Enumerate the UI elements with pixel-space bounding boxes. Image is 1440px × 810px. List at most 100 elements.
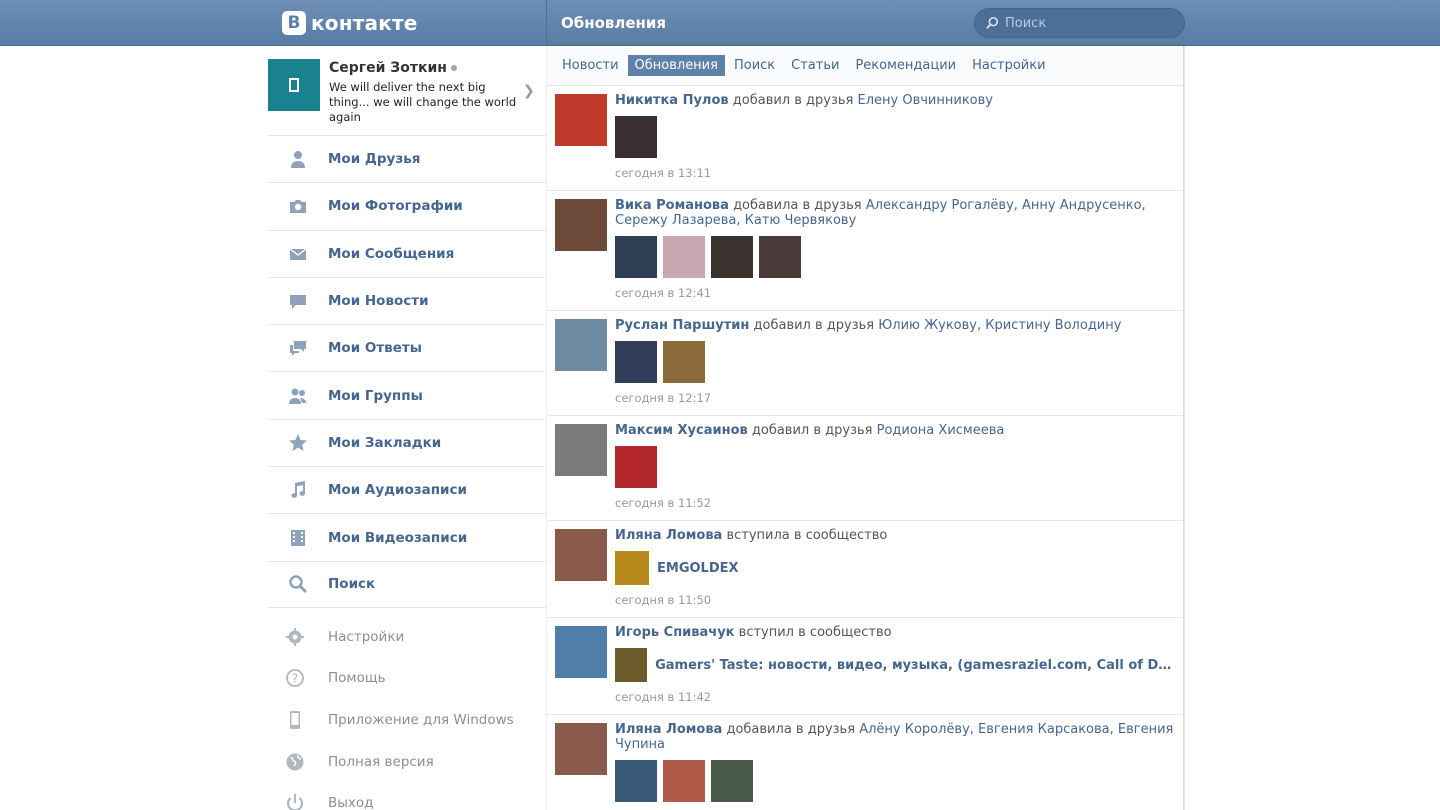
menu-item-6[interactable]: Мои Закладки: [268, 418, 546, 466]
feed: Никитка Пулов добавил в друзья Елену Овч…: [547, 86, 1183, 810]
tab-1[interactable]: Обновления: [627, 55, 725, 76]
friend-thumbnail[interactable]: [663, 341, 705, 383]
friend-thumbnail[interactable]: [615, 236, 657, 278]
feed-author-link[interactable]: Игорь Спивачук: [615, 625, 735, 640]
menu-item-3[interactable]: Мои Новости: [268, 276, 546, 324]
group-icon: [289, 388, 306, 404]
feed-author-link[interactable]: Иляна Ломова: [615, 528, 722, 543]
feed-item: Максим Хусаинов добавил в друзья Родиона…: [547, 416, 1183, 521]
feed-avatar[interactable]: [555, 94, 607, 146]
menu-icon-wrap: [268, 710, 322, 730]
group-thumbnail[interactable]: [615, 648, 648, 682]
speech-bubble-icon: [290, 295, 306, 310]
friend-thumbnail[interactable]: [615, 116, 657, 158]
friend-thumbnail[interactable]: [615, 446, 657, 488]
group-row[interactable]: Gamers' Taste: новости, видео, музыка, (…: [615, 648, 1175, 682]
svg-text:?: ?: [292, 672, 298, 686]
feed-targets-link[interactable]: Родиона Хисмеева: [877, 423, 1005, 438]
feed-body: Иляна Ломова вступила в сообщество EMGOL…: [615, 521, 1183, 617]
feed-timestamp: сегодня в 12:17: [615, 391, 712, 405]
group-row[interactable]: EMGOLDEX: [615, 551, 1175, 585]
feed-avatar[interactable]: [555, 319, 607, 371]
feed-body: Игорь Спивачук вступил в сообщество Game…: [615, 618, 1183, 714]
feed-avatar[interactable]: [555, 626, 607, 678]
group-name-link[interactable]: Gamers' Taste: новости, видео, музыка, (…: [655, 658, 1175, 673]
menu-icon-wrap: [268, 244, 328, 264]
tab-0[interactable]: Новости: [555, 55, 626, 76]
feed-author-link[interactable]: Руслан Паршутин: [615, 318, 749, 333]
menu-item-9[interactable]: Поиск: [268, 560, 546, 608]
gear-icon: [286, 627, 304, 646]
search-input[interactable]: [1005, 15, 1175, 31]
feed-thumbs: [615, 341, 1175, 383]
feed-thumbs: [615, 760, 1175, 802]
friend-thumbnail[interactable]: [711, 236, 753, 278]
menu-item-label: Мои Группы: [328, 387, 423, 404]
feed-text: Максим Хусаинов добавил в друзья Родиона…: [615, 423, 1175, 438]
feed-thumbs: [615, 446, 1175, 488]
menu-item-4[interactable]: Мои Ответы: [268, 324, 546, 371]
right-blank-area: [1185, 46, 1440, 810]
friend-thumbnail[interactable]: [759, 236, 801, 278]
feed-author-link[interactable]: Иляна Ломова: [615, 722, 722, 737]
group-thumbnail[interactable]: [615, 551, 649, 585]
profile-card[interactable]: Сергей Зоткин We will deliver the next b…: [268, 59, 546, 135]
secondary-menu-item-0[interactable]: Настройки: [268, 616, 546, 658]
secondary-menu-item-3[interactable]: Полная версия: [268, 741, 546, 783]
search-box[interactable]: [974, 8, 1185, 38]
feed-item: Игорь Спивачук вступил в сообщество Game…: [547, 618, 1183, 715]
friend-thumbnail[interactable]: [663, 760, 705, 802]
feed-thumbs: [615, 236, 1175, 278]
feed-thumbs: [615, 116, 1175, 158]
friend-thumbnail[interactable]: [615, 760, 657, 802]
feed-avatar[interactable]: [555, 199, 607, 251]
friend-thumbnail[interactable]: [711, 760, 753, 802]
tab-3[interactable]: Статьи: [784, 55, 846, 76]
secondary-menu-item-2[interactable]: Приложение для Windows: [268, 699, 546, 741]
chevron-right-icon[interactable]: ❯: [523, 83, 535, 99]
search-icon: [289, 575, 308, 594]
tab-4[interactable]: Рекомендации: [848, 55, 963, 76]
logo-letter: В: [282, 11, 306, 35]
menu-icon-wrap: [268, 574, 328, 594]
feed-avatar[interactable]: [555, 424, 607, 476]
menu-icon-wrap: ?: [268, 668, 322, 688]
vk-logo[interactable]: В контакте: [282, 11, 418, 35]
menu-item-1[interactable]: Мои Фотографии: [268, 182, 546, 229]
menu-item-8[interactable]: Мои Видеозаписи: [268, 513, 546, 560]
feed-author-link[interactable]: Максим Хусаинов: [615, 423, 748, 438]
friend-thumbnail[interactable]: [663, 236, 705, 278]
tab-2[interactable]: Поиск: [727, 55, 782, 76]
secondary-menu-item-4[interactable]: Выход: [268, 782, 546, 810]
feed-avatar[interactable]: [555, 723, 607, 775]
menu-item-7[interactable]: Мои Аудиозаписи: [268, 466, 546, 513]
profile-status: We will deliver the next big thing... we…: [329, 80, 517, 124]
feed-author-link[interactable]: Никитка Пулов: [615, 93, 729, 108]
secondary-menu-item-1[interactable]: ? Помощь: [268, 658, 546, 700]
friend-thumbnail[interactable]: [615, 341, 657, 383]
tab-5[interactable]: Настройки: [965, 55, 1052, 76]
feed-body: Руслан Паршутин добавил в друзья Юлию Жу…: [615, 311, 1183, 415]
feed-timestamp: сегодня в 11:50: [615, 593, 712, 607]
avatar[interactable]: [268, 59, 320, 111]
menu-item-5[interactable]: Мои Группы: [268, 371, 546, 418]
menu-item-0[interactable]: Мои Друзья: [268, 135, 546, 182]
feed-targets-link[interactable]: Юлию Жукову, Кристину Володину: [878, 318, 1121, 333]
feed-avatar[interactable]: [555, 529, 607, 581]
menu-icon-wrap: [268, 433, 328, 453]
feed-body: Максим Хусаинов добавил в друзья Родиона…: [615, 416, 1183, 520]
feed-targets-link[interactable]: Елену Овчинникову: [858, 93, 993, 108]
menu-item-label: Поиск: [328, 576, 376, 593]
group-name-link[interactable]: EMGOLDEX: [657, 561, 739, 576]
search-icon: [986, 16, 999, 29]
feed-timestamp: сегодня в 11:52: [615, 496, 712, 510]
secondary-menu-label: Помощь: [328, 670, 386, 687]
feed-timestamp: сегодня в 13:11: [615, 166, 712, 180]
music-note-icon: [291, 481, 305, 499]
feed-item: Вика Романова добавила в друзья Александ…: [547, 191, 1183, 311]
menu-icon-wrap: [268, 386, 328, 406]
feed-author-link[interactable]: Вика Романова: [615, 198, 729, 213]
menu-item-2[interactable]: Мои Сообщения: [268, 229, 546, 277]
menu-item-label: Мои Новости: [328, 293, 429, 310]
feed-text: Иляна Ломова вступила в сообщество: [615, 528, 1175, 543]
